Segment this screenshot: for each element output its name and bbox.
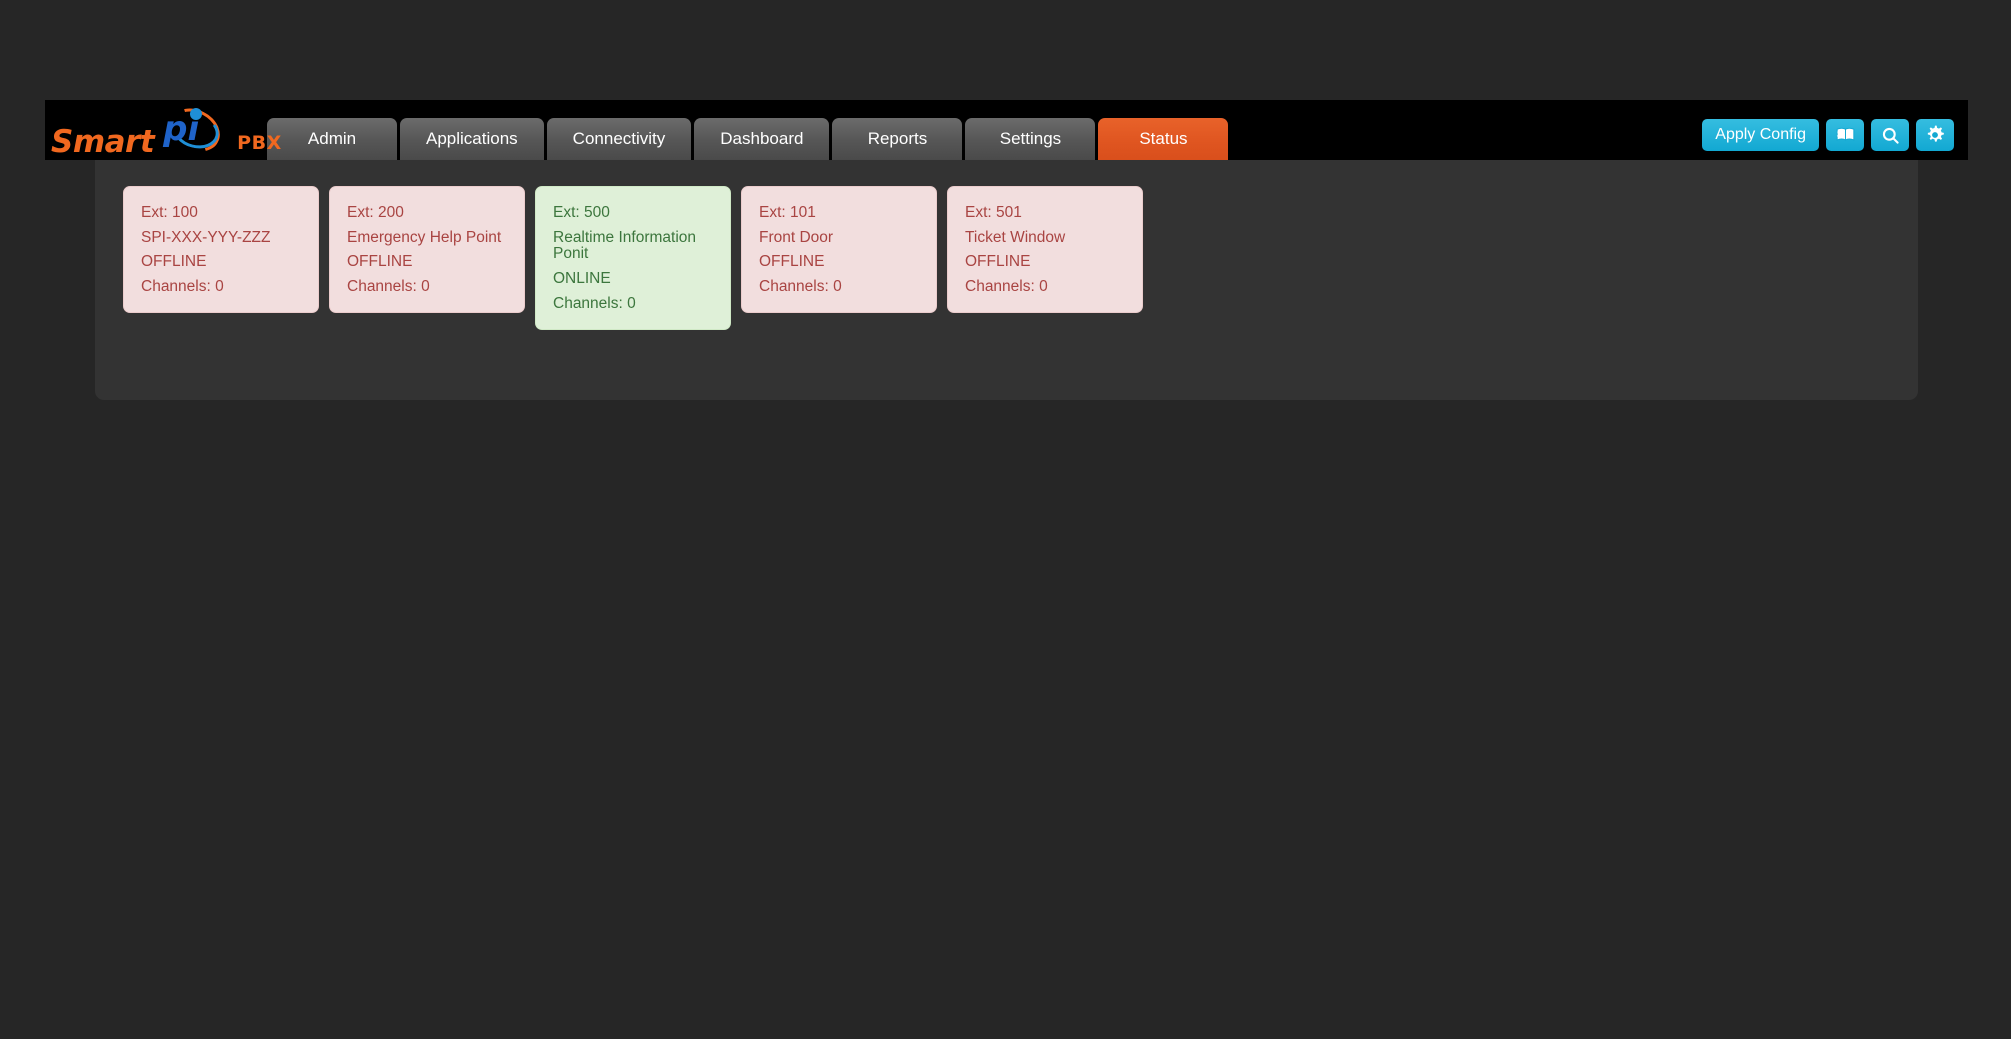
card-extension: Ext: 500	[553, 204, 610, 221]
tab-status[interactable]: Status	[1098, 118, 1229, 160]
tab-dashboard[interactable]: Dashboard	[694, 118, 830, 160]
card-name: Emergency Help Point	[347, 228, 502, 246]
extension-status-card[interactable]: Ext: 500 Realtime Information Ponit ONLI…	[535, 186, 731, 330]
card-channels: Channels: 0	[347, 278, 430, 296]
card-extension: Ext: 200	[347, 204, 404, 221]
logo-text-smart: Smart	[51, 124, 155, 160]
gear-icon	[1925, 125, 1945, 145]
card-channels: Channels: 0	[759, 278, 842, 296]
brand-logo[interactable]: Smart pi PBX	[45, 100, 281, 160]
card-extension: Ext: 501	[965, 204, 1022, 221]
extension-status-card[interactable]: Ext: 200 Emergency Help Point OFFLINE Ch…	[329, 186, 525, 313]
card-name: Realtime Information Ponit	[553, 228, 697, 263]
card-name: SPI-XXX-YYY-ZZZ	[141, 228, 271, 246]
settings-button[interactable]	[1916, 119, 1954, 151]
card-state: OFFLINE	[965, 253, 1031, 271]
card-state: OFFLINE	[759, 253, 825, 271]
svg-text:文: 文	[1837, 130, 1843, 138]
extension-status-card-grid: Ext: 100 SPI-XXX-YYY-ZZZ OFFLINE Channel…	[95, 160, 1918, 330]
card-name: Ticket Window	[965, 228, 1066, 246]
extension-status-card[interactable]: Ext: 501 Ticket Window OFFLINE Channels:…	[947, 186, 1143, 313]
card-extension: Ext: 100	[141, 204, 198, 221]
card-channels: Channels: 0	[141, 278, 224, 296]
top-navigation-bar: Smart pi PBX Admin Applications Connecti…	[45, 100, 1968, 160]
translate-icon: 文 A	[1835, 125, 1856, 145]
card-state: ONLINE	[553, 270, 611, 288]
card-name: Front Door	[759, 228, 834, 246]
tab-reports[interactable]: Reports	[832, 118, 963, 160]
tab-connectivity[interactable]: Connectivity	[546, 118, 692, 160]
logo-text-pbx: PBX	[237, 132, 282, 154]
card-state: OFFLINE	[347, 253, 413, 271]
card-channels: Channels: 0	[965, 278, 1048, 296]
card-channels: Channels: 0	[553, 294, 636, 312]
status-panel: Ext: 100 SPI-XXX-YYY-ZZZ OFFLINE Channel…	[95, 160, 1918, 400]
search-icon	[1881, 126, 1900, 145]
card-state: OFFLINE	[141, 253, 207, 271]
tab-settings[interactable]: Settings	[965, 118, 1096, 160]
language-button[interactable]: 文 A	[1826, 119, 1864, 151]
extension-status-card[interactable]: Ext: 100 SPI-XXX-YYY-ZZZ OFFLINE Channel…	[123, 186, 319, 313]
extension-status-card[interactable]: Ext: 101 Front Door OFFLINE Channels: 0	[741, 186, 937, 313]
main-nav-tabs: Admin Applications Connectivity Dashboar…	[267, 100, 1231, 160]
logo-pi-mark: pi	[159, 100, 233, 160]
svg-text:A: A	[1848, 132, 1852, 138]
toolbar-actions: Apply Config 文 A	[1702, 119, 1968, 160]
card-extension: Ext: 101	[759, 204, 816, 221]
search-button[interactable]	[1871, 119, 1909, 151]
apply-config-button[interactable]: Apply Config	[1702, 119, 1819, 151]
tab-applications[interactable]: Applications	[400, 118, 544, 160]
tab-admin[interactable]: Admin	[267, 118, 397, 160]
